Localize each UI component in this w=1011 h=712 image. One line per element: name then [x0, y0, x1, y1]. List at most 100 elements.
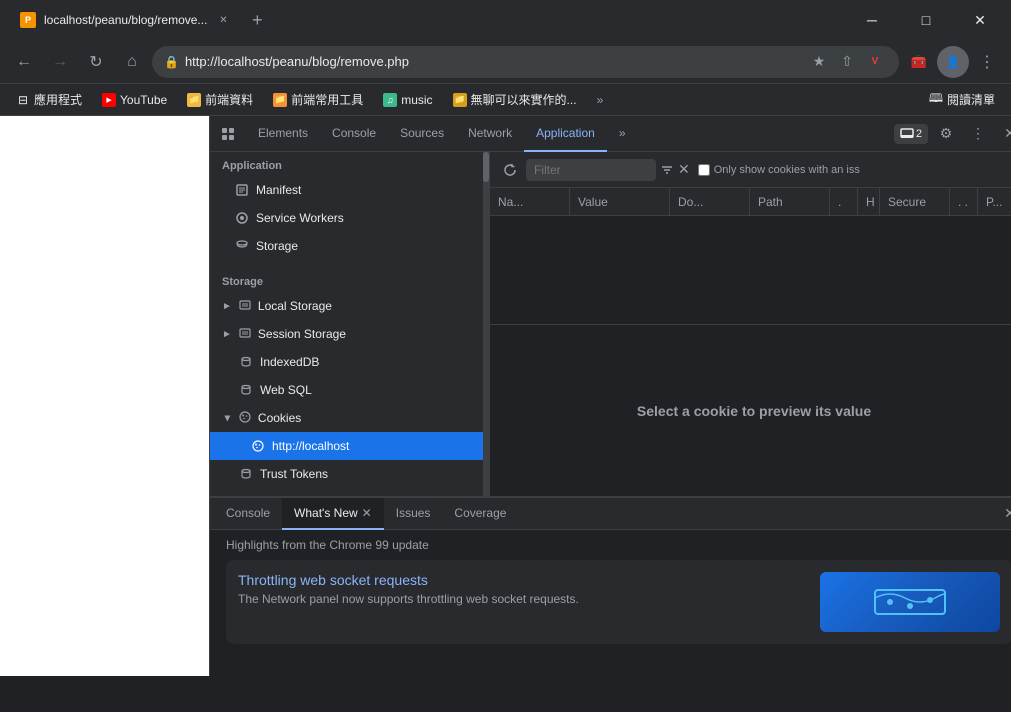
col-header-value[interactable]: Value — [570, 188, 670, 215]
trust-tokens-icon — [238, 466, 254, 482]
bookmark-folder3-label: 無聊可以來實作的... — [471, 91, 577, 108]
user-avatar[interactable]: 👤 — [937, 46, 969, 78]
bookmark-apps[interactable]: ⊟ 應用程式 — [8, 88, 90, 111]
new-tab-button[interactable]: + — [243, 6, 271, 34]
close-bottom-panel-button[interactable]: ✕ — [996, 500, 1011, 528]
news-card[interactable]: Throttling web socket requests The Netwo… — [226, 560, 1011, 644]
sidebar-group-cookies[interactable]: ► Cookies — [210, 404, 489, 432]
extensions-button[interactable]: 🧰 — [903, 46, 935, 78]
filter-input[interactable] — [526, 159, 656, 181]
reading-list-icon: 🕮 — [929, 89, 943, 110]
sidebar-item-storage[interactable]: Storage — [210, 232, 489, 260]
address-icons: ★ ⇧ V — [807, 50, 887, 74]
col-header-httponly[interactable]: H — [858, 188, 880, 215]
apps-grid-icon: ⊟ — [16, 93, 30, 107]
col-header-name[interactable]: Na... — [490, 188, 570, 215]
sidebar-item-web-sql[interactable]: Web SQL — [210, 376, 489, 404]
refresh-cookies-button[interactable] — [498, 158, 522, 182]
storage-label: Storage — [256, 239, 298, 253]
col-header-priority[interactable]: P... — [978, 188, 1011, 215]
close-tab-icon[interactable]: ✕ — [215, 12, 231, 28]
home-button[interactable]: ⌂ — [116, 46, 148, 78]
back-button[interactable]: ← — [8, 46, 40, 78]
forward-button[interactable]: → — [44, 46, 76, 78]
bottom-tab-issues[interactable]: Issues — [384, 498, 443, 530]
bookmark-youtube[interactable]: ▶ YouTube — [94, 90, 175, 110]
reading-list-label: 閱讀清單 — [947, 91, 995, 108]
local-storage-label: Local Storage — [258, 299, 332, 313]
service-workers-label: Service Workers — [256, 211, 344, 225]
col-header-domain[interactable]: Do... — [670, 188, 750, 215]
expand-arrow-session-storage: ► — [222, 329, 232, 340]
browser-tab[interactable]: P localhost/peanu/blog/remove... ✕ — [8, 4, 243, 36]
sidebar-item-localhost[interactable]: http://localhost — [210, 432, 489, 460]
share-icon[interactable]: ⇧ — [835, 50, 859, 74]
bottom-tab-whats-new[interactable]: What's New ✕ — [282, 498, 384, 530]
devtools-tab-panel-selector[interactable] — [214, 120, 242, 148]
cookie-table-header-row: Na... Value Do... Path . H Secure . . P.… — [490, 188, 1011, 216]
address-bar[interactable]: 🔒 http://localhost/peanu/blog/remove.php… — [152, 46, 899, 78]
dock-indicator[interactable]: 2 — [894, 124, 928, 144]
sidebar-group-session-storage[interactable]: ► Session Storage — [210, 320, 489, 348]
col-header-secure[interactable]: Secure — [880, 188, 950, 215]
tab-network[interactable]: Network — [456, 116, 524, 152]
close-devtools-button[interactable]: ✕ — [996, 120, 1011, 148]
bookmark-folder3[interactable]: 📁 無聊可以來實作的... — [445, 88, 585, 111]
indexeddb-label: IndexedDB — [260, 355, 319, 369]
sidebar-item-indexeddb[interactable]: IndexedDB — [210, 348, 489, 376]
devtools-content-pane: ✕ Only show cookies with an iss Na... Va… — [490, 152, 1011, 496]
sidebar-scroll: Application — [210, 152, 489, 496]
settings-button[interactable]: ⚙ — [932, 120, 960, 148]
localhost-cookies-icon — [250, 438, 266, 454]
bookmark-star-icon[interactable]: ★ — [807, 50, 831, 74]
news-card-title: Throttling web socket requests — [238, 572, 808, 588]
indexeddb-icon — [238, 354, 254, 370]
bookmark-music[interactable]: ♫ music — [375, 90, 440, 110]
session-storage-label: Session Storage — [258, 327, 346, 341]
only-issues-checkbox[interactable] — [698, 164, 710, 176]
news-card-image — [820, 572, 1000, 632]
main-area: Elements Console Sources Network Applica… — [0, 116, 1011, 676]
menu-button[interactable]: ⋮ — [971, 46, 1003, 78]
cookies-label: Cookies — [258, 411, 301, 425]
col-header-path[interactable]: Path — [750, 188, 830, 215]
tab-console[interactable]: Console — [320, 116, 388, 152]
manifest-icon — [234, 182, 250, 198]
bottom-tab-coverage[interactable]: Coverage — [442, 498, 518, 530]
sidebar-item-trust-tokens[interactable]: Trust Tokens — [210, 460, 489, 488]
col-header-exp[interactable]: . — [830, 188, 858, 215]
devtools-actions: 2 ⚙ ⋮ ✕ — [894, 120, 1011, 148]
cookies-icon — [238, 410, 252, 427]
more-bookmarks-button[interactable]: » — [591, 90, 610, 110]
folder1-icon: 📁 — [187, 93, 201, 107]
bottom-tab-console[interactable]: Console — [214, 498, 282, 530]
tab-sources[interactable]: Sources — [388, 116, 456, 152]
bottom-content: Highlights from the Chrome 99 update Thr… — [210, 530, 1011, 676]
storage-section-header: Storage — [210, 268, 489, 292]
close-button[interactable]: ✕ — [957, 12, 1003, 29]
maximize-button[interactable]: □ — [903, 12, 949, 28]
session-storage-icon — [238, 326, 252, 343]
sidebar-group-local-storage[interactable]: ► Local Storage — [210, 292, 489, 320]
tab-more[interactable]: » — [607, 116, 638, 152]
close-whats-new-icon[interactable]: ✕ — [362, 506, 372, 520]
vivaldi-icon[interactable]: V — [863, 50, 887, 74]
bookmark-music-label: music — [401, 93, 432, 107]
reading-list-button[interactable]: 🕮 閱讀清單 — [921, 86, 1003, 113]
tab-application[interactable]: Application — [524, 116, 607, 152]
bookmark-folder1[interactable]: 📁 前端資料 — [179, 88, 261, 111]
title-bar: P localhost/peanu/blog/remove... ✕ + ─ □… — [0, 0, 1011, 40]
minimize-button[interactable]: ─ — [849, 12, 895, 28]
clear-filter-icon[interactable]: ✕ — [678, 161, 690, 178]
tab-elements[interactable]: Elements — [246, 116, 320, 152]
lock-icon: 🔒 — [164, 55, 179, 69]
more-devtools-button[interactable]: ⋮ — [964, 120, 992, 148]
filter-options-icon[interactable] — [660, 163, 674, 177]
sidebar-item-manifest[interactable]: Manifest — [210, 176, 489, 204]
bookmarks-bar: ⊟ 應用程式 ▶ YouTube 📁 前端資料 📁 前端常用工具 ♫ music… — [0, 84, 1011, 116]
expand-arrow-cookies: ► — [221, 413, 232, 423]
sidebar-item-service-workers[interactable]: Service Workers — [210, 204, 489, 232]
col-header-samesite[interactable]: . . — [950, 188, 978, 215]
refresh-button[interactable]: ↻ — [80, 46, 112, 78]
bookmark-folder2[interactable]: 📁 前端常用工具 — [265, 88, 371, 111]
